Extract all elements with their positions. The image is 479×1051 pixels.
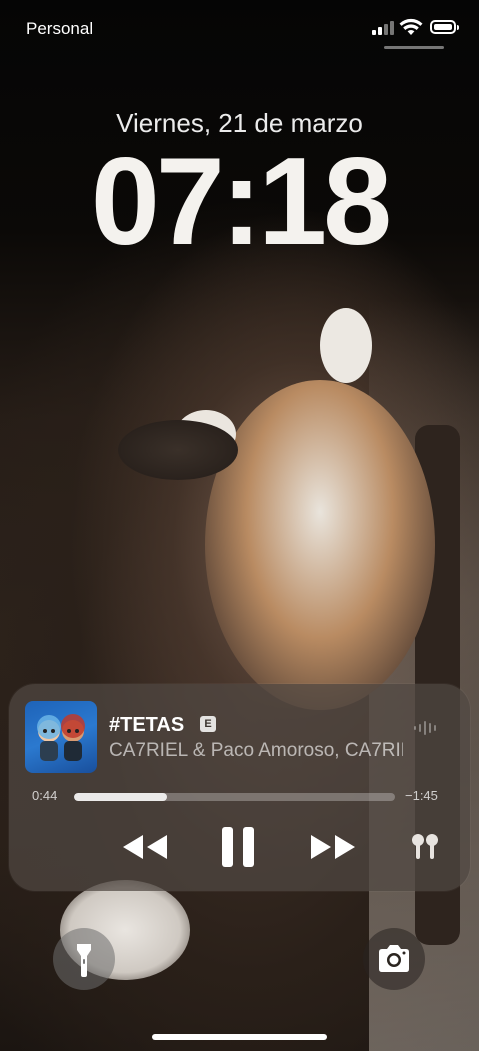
wifi-icon [399, 18, 423, 35]
cat-paw-top [320, 308, 372, 383]
album-artwork-illustration [37, 714, 85, 761]
song-title: #TETAS [109, 714, 185, 736]
flashlight-icon [77, 944, 91, 977]
now-playing-widget[interactable]: #TETAS E CA7RIEL & Paco Amoroso, CA7RIEL… [9, 684, 470, 891]
playback-progress-fill [74, 793, 168, 801]
pause-icon[interactable] [220, 825, 256, 869]
status-bar: Personal [0, 0, 479, 60]
lock-screen-time: 07:18 [90, 133, 392, 271]
album-artwork[interactable] [25, 701, 97, 773]
cellular-signal-icon [372, 21, 394, 35]
camera-icon [379, 945, 409, 972]
rewind-icon[interactable] [121, 832, 169, 862]
cat-tail [118, 420, 238, 480]
battery-full-icon [430, 20, 459, 34]
audio-waveform-icon [414, 721, 440, 735]
fast-forward-icon[interactable] [309, 832, 357, 862]
explicit-badge: E [200, 716, 216, 732]
playback-progress-bar[interactable] [74, 793, 395, 801]
control-center-indicator[interactable] [384, 46, 444, 49]
home-indicator[interactable] [152, 1034, 327, 1040]
remaining-time: −1:45 [405, 788, 438, 803]
song-artist: CA7RIEL & Paco Amoroso, CA7RIEL [109, 740, 403, 761]
flashlight-button[interactable] [53, 928, 115, 990]
camera-button[interactable] [363, 928, 425, 990]
cat-body [205, 380, 435, 710]
carrier-name: Personal [26, 19, 94, 38]
airpods-icon[interactable] [409, 832, 441, 862]
elapsed-time: 0:44 [32, 788, 58, 803]
